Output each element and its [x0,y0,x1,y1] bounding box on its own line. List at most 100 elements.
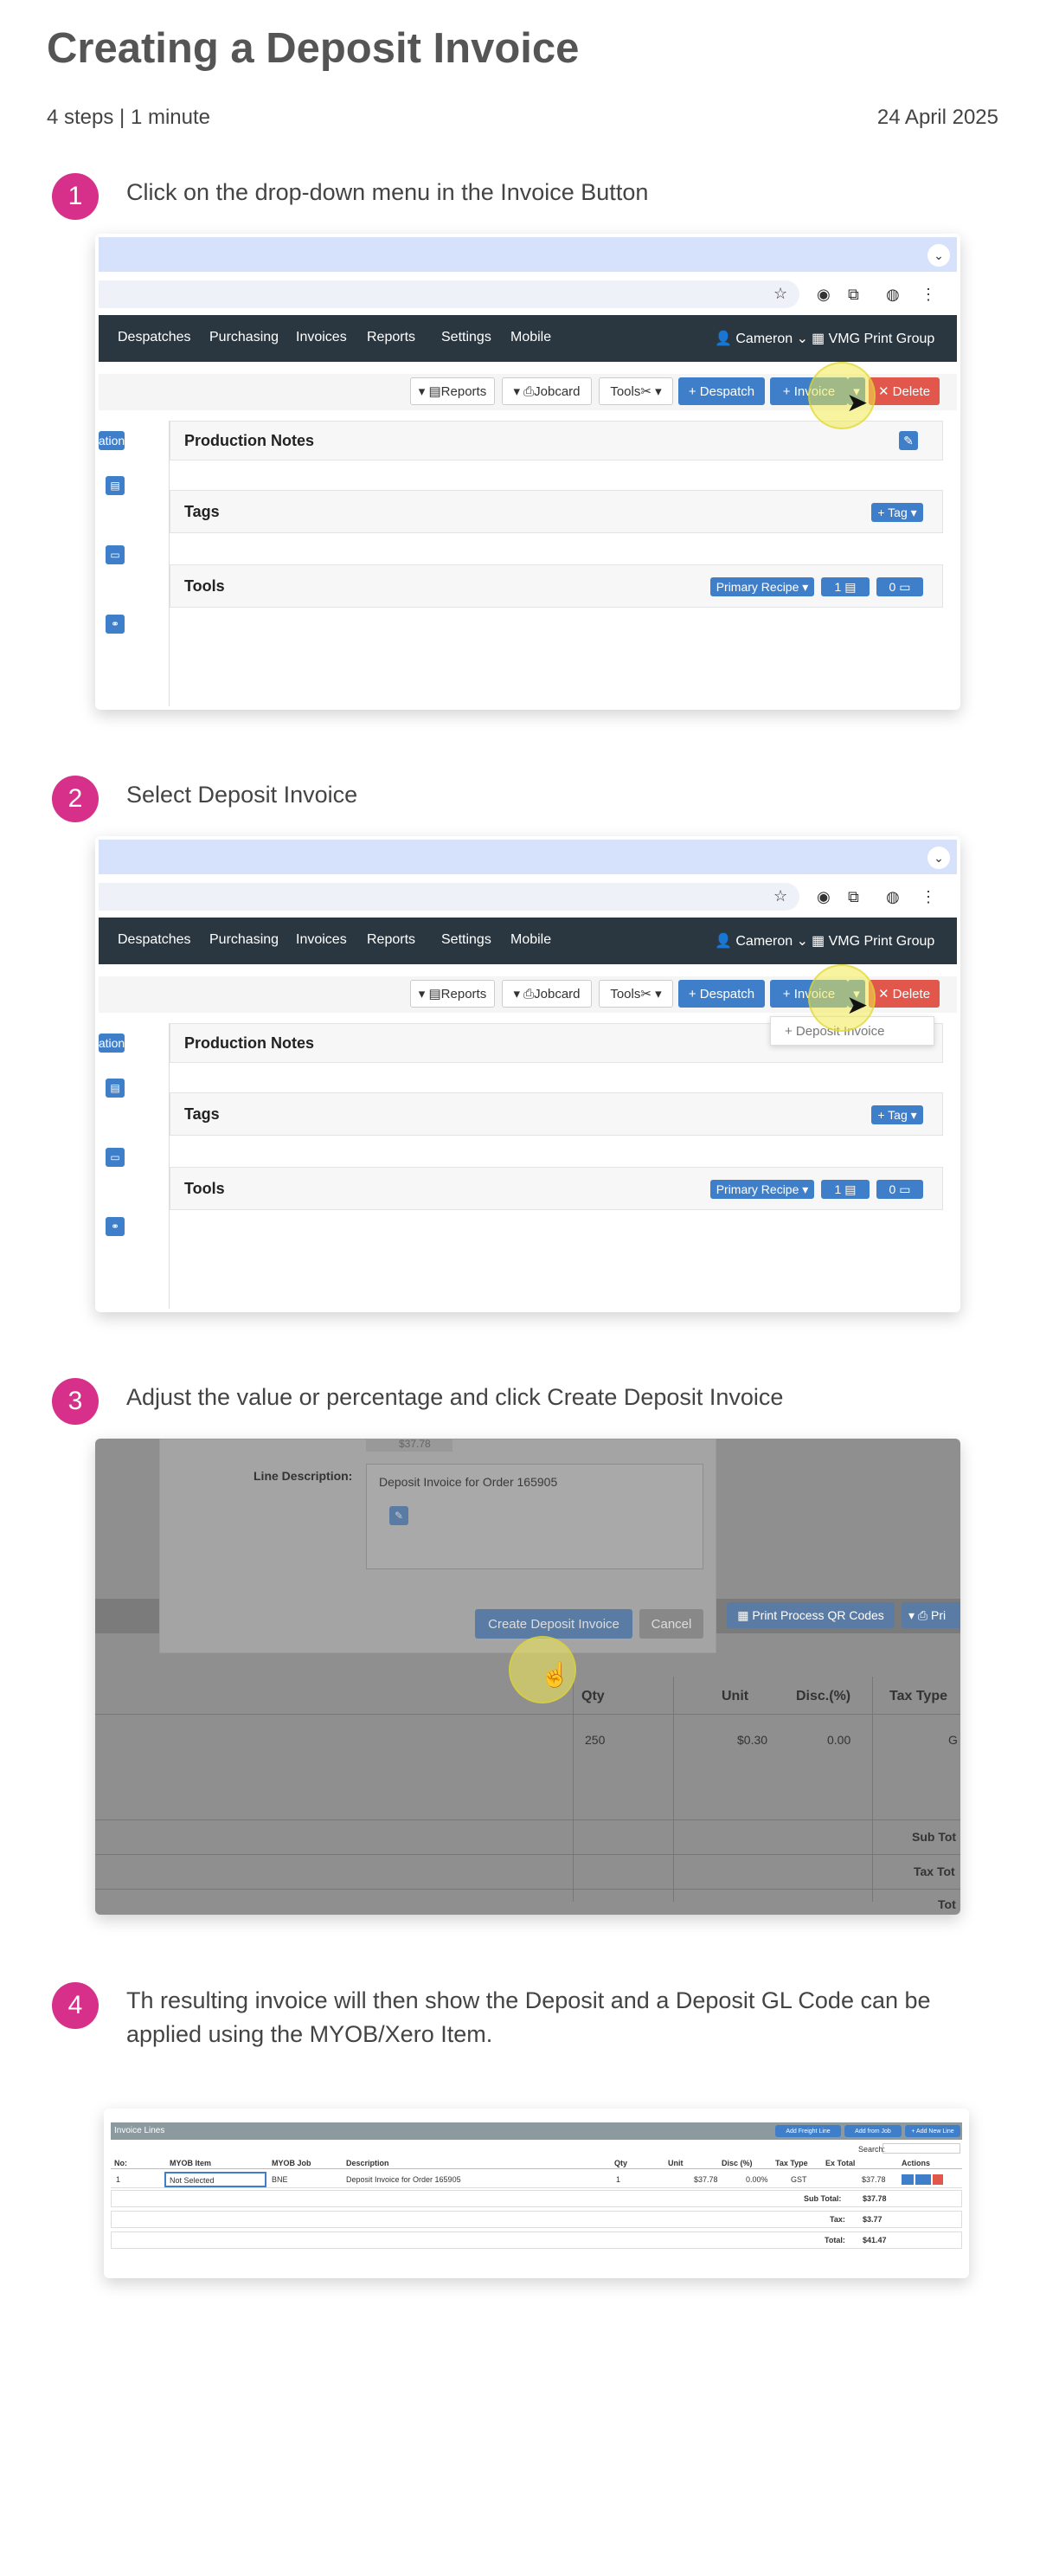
col-unit: Unit [722,1689,749,1703]
profile-icon[interactable]: ◍ [886,886,900,907]
step-1-text: Click on the drop-down menu in the Invoi… [126,179,649,205]
nav-settings[interactable]: Settings [441,932,491,948]
nav-mobile[interactable]: Mobile [510,330,551,345]
delete-icon[interactable] [933,2174,943,2185]
tags-panel: Tags + Tag ▾ [170,490,943,533]
chevron-down-icon[interactable]: ⌄ [927,847,950,869]
files-count-button[interactable]: 1 ▤ [821,1180,870,1199]
url-field[interactable]: ☆ [99,280,799,308]
nav-despatches[interactable]: Despatches [118,330,191,345]
col-tax-type: Tax Type [889,1689,947,1703]
delete-button[interactable]: ✕ Delete [869,377,940,405]
search-label: Search: [858,2145,886,2154]
row-tax-type: GST [791,2175,807,2184]
print-button[interactable]: ▾ ⎙ Pri [902,1602,960,1628]
row-divider [95,1854,960,1855]
tools-button[interactable]: Tools ✂ ▾ [599,980,673,1008]
search-input[interactable] [882,2143,960,2154]
document-icon[interactable]: ▤ [106,1079,125,1098]
edit-icon[interactable]: ✎ [389,1506,408,1525]
sub-total-label: Sub Total: [804,2194,842,2203]
delete-button[interactable]: ✕ Delete [869,980,940,1008]
password-icon[interactable]: ◉ [817,284,831,305]
edit-icon[interactable]: ✎ [899,431,918,450]
cancel-button[interactable]: Cancel [639,1609,703,1639]
step-4-number: 4 [52,1982,99,2029]
step-3-number: 3 [52,1378,99,1425]
nav-company[interactable]: ▦ VMG Print Group [812,932,934,950]
nav-purchasing[interactable]: Purchasing [209,932,279,948]
profile-icon[interactable]: ◍ [886,284,900,305]
add-tag-button[interactable]: + Tag ▾ [871,1105,923,1124]
row-description: Deposit Invoice for Order 165905 [346,2175,461,2184]
nav-purchasing[interactable]: Purchasing [209,330,279,345]
extensions-icon[interactable]: ⧉ [848,886,859,907]
images-count-button[interactable]: 0 ▭ [876,1180,923,1199]
add-tag-button[interactable]: + Tag ▾ [871,503,923,522]
row-divider [95,1819,960,1820]
document-icon[interactable]: ▤ [106,476,125,495]
nav-settings[interactable]: Settings [441,330,491,345]
tax-row: Tax: $3.77 [111,2211,962,2228]
nav-reports[interactable]: Reports [367,330,415,345]
guide-meta: 4 steps | 1 minute [47,106,210,129]
star-icon[interactable]: ☆ [773,283,787,304]
row-ex-total: $37.78 [862,2175,886,2184]
nav-invoices[interactable]: Invoices [296,330,347,345]
col-description: Description [346,2159,389,2167]
link-icon[interactable]: ⚭ [106,615,125,634]
nav-company[interactable]: ▦ VMG Print Group [812,330,934,347]
line-description-label: Line Description: [254,1469,353,1483]
left-tab[interactable]: ation [99,431,125,450]
menu-icon[interactable]: ⋮ [921,284,936,305]
card-icon[interactable]: ▭ [106,545,125,564]
row-unit: $37.78 [694,2175,718,2184]
myob-item-select[interactable]: Not Selected [164,2172,266,2187]
jobcard-button[interactable]: ▾ ⎙ Jobcard [502,377,592,405]
nav-reports[interactable]: Reports [367,932,415,948]
despatch-button[interactable]: + Despatch [678,980,765,1008]
menu-icon[interactable]: ⋮ [921,886,936,907]
nav-invoices[interactable]: Invoices [296,932,347,948]
tools-panel: Tools Primary Recipe ▾ 1 ▤ 0 ▭ [170,1167,943,1210]
despatch-button[interactable]: + Despatch [678,377,765,405]
chevron-down-icon[interactable]: ⌄ [927,244,950,267]
left-tab[interactable]: ation [99,1034,125,1053]
reports-button[interactable]: ▾ ▤ Reports [410,980,495,1008]
reports-button[interactable]: ▾ ▤ Reports [410,377,495,405]
job-panels: Production Notes ✎ Tags + Tag ▾ Tools Pr… [169,421,957,706]
nav-user[interactable]: 👤 Cameron ⌄ [715,330,808,347]
tax-label: Tax: [830,2215,845,2224]
url-field[interactable]: ☆ [99,883,799,911]
add-from-job-button[interactable]: Add from Job [844,2125,902,2137]
nav-user[interactable]: 👤 Cameron ⌄ [715,932,808,950]
cursor-arrow-icon: ➤ [846,389,869,417]
invoice-lines-table-header: No: MYOB Item MYOB Job Description Qty U… [111,2157,962,2169]
print-qr-button[interactable]: ▦ Print Process QR Codes [727,1602,895,1628]
edit-icon[interactable] [902,2174,914,2185]
primary-recipe-button[interactable]: Primary Recipe ▾ [710,1180,814,1199]
extensions-icon[interactable]: ⧉ [848,284,859,305]
star-icon[interactable]: ☆ [773,886,787,906]
create-deposit-invoice-button[interactable]: Create Deposit Invoice [475,1609,632,1639]
amount-field[interactable]: $37.78 [366,1439,452,1452]
primary-recipe-button[interactable]: Primary Recipe ▾ [710,577,814,596]
tools-button[interactable]: Tools ✂ ▾ [599,377,673,405]
step-1-screenshot: ⌄ ☆ ◉ ⧉ ◍ ⋮ Despatches Purchasing Invoic… [95,234,960,710]
jobcard-button[interactable]: ▾ ⎙ Jobcard [502,980,592,1008]
split-icon[interactable] [915,2174,931,2185]
guide-date: 24 April 2025 [876,106,998,129]
add-freight-line-button[interactable]: Add Freight Line [775,2125,841,2137]
images-count-button[interactable]: 0 ▭ [876,577,923,596]
files-count-button[interactable]: 1 ▤ [821,577,870,596]
card-icon[interactable]: ▭ [106,1148,125,1167]
tags-title: Tags [184,503,220,520]
line-description-textarea[interactable]: Deposit Invoice for Order 165905 ✎ [366,1464,703,1569]
password-icon[interactable]: ◉ [817,886,831,907]
sub-total-label: Sub Tot [912,1830,957,1844]
add-new-line-button[interactable]: + Add New Line [905,2125,960,2137]
nav-mobile[interactable]: Mobile [510,932,551,948]
link-icon[interactable]: ⚭ [106,1217,125,1236]
nav-despatches[interactable]: Despatches [118,932,191,948]
col-actions: Actions [902,2159,931,2167]
